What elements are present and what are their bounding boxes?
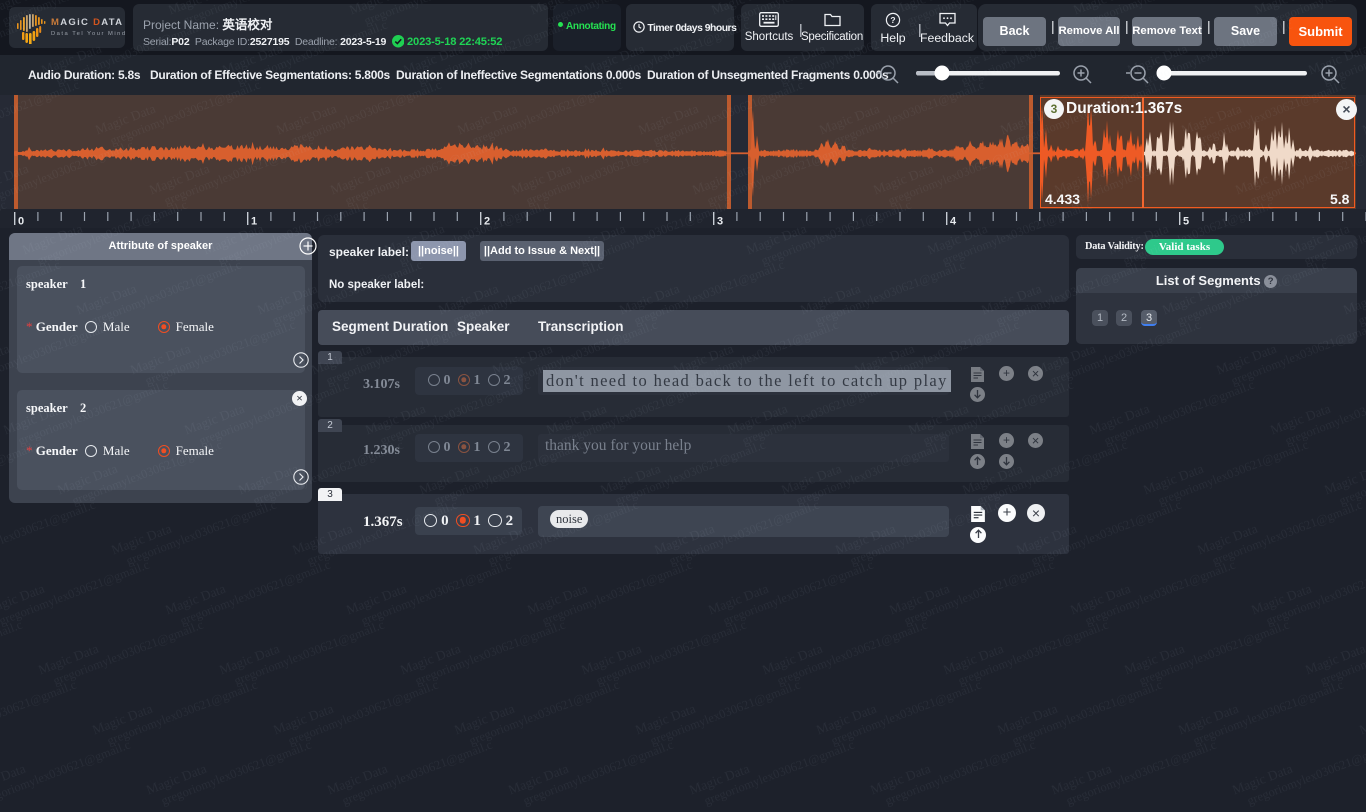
svg-text:4: 4	[950, 216, 957, 228]
svg-text:?: ?	[890, 15, 895, 25]
svg-text:5: 5	[1183, 216, 1189, 228]
svg-text:3: 3	[717, 216, 723, 228]
svg-text:2: 2	[484, 216, 490, 228]
svg-text:1: 1	[251, 216, 257, 228]
svg-text:0: 0	[18, 216, 24, 228]
